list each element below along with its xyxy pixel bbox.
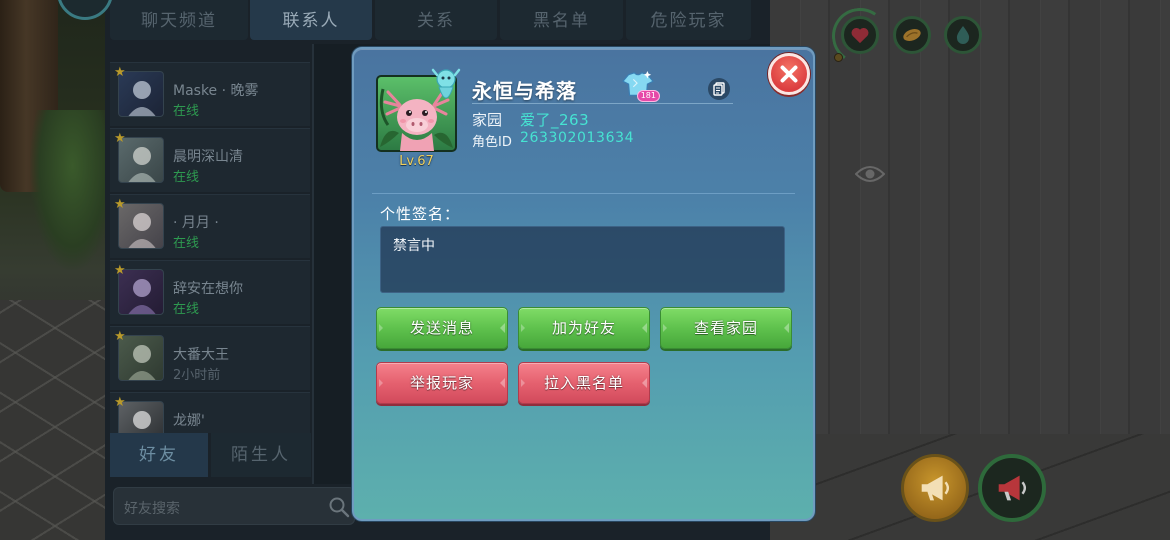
name-underline xyxy=(472,103,733,104)
add-friend-button[interactable]: 加为好友 xyxy=(518,307,650,349)
outfit-badge-count: 181 xyxy=(636,90,660,102)
search-icon[interactable] xyxy=(328,496,350,518)
contact-status: 在线 xyxy=(173,104,200,119)
game-scene-left xyxy=(0,0,110,540)
favorite-star-icon: ★ xyxy=(114,197,126,212)
favorite-star-icon: ★ xyxy=(114,131,126,146)
section-divider xyxy=(372,193,795,194)
view-home-button[interactable]: 查看家园 xyxy=(660,307,792,349)
contact-list-item[interactable]: ★ 辞安在想你 在线 xyxy=(110,260,310,324)
outfit-badge[interactable]: 181 xyxy=(620,70,660,102)
tab-chat-channel[interactable]: 聊天频道 xyxy=(110,0,248,40)
favorite-star-icon: ★ xyxy=(114,395,126,410)
tab-blacklist[interactable]: 黑名单 xyxy=(500,0,623,40)
signature-label: 个性签名： xyxy=(380,205,461,223)
player-name: 永恒与希落 xyxy=(472,79,577,103)
contact-list-item[interactable]: ★ 大番大王 2小时前 xyxy=(110,326,310,390)
megaphone-icon xyxy=(921,475,950,501)
contact-list-item[interactable]: ★ 晨明深山清 在线 xyxy=(110,128,310,192)
player-profile-dialog: Lv.67 永恒与希落 181 家园 爱了_263 角色ID 263302013… xyxy=(352,47,815,521)
grass-patch xyxy=(30,110,110,270)
heart-status-button[interactable] xyxy=(841,16,879,54)
favorite-star-icon: ★ xyxy=(114,263,126,278)
home-label: 家园 xyxy=(472,111,503,129)
search-placeholder: 好友搜索 xyxy=(124,501,180,517)
add-to-blacklist-button[interactable]: 拉入黑名单 xyxy=(518,362,650,404)
contact-status: 在线 xyxy=(173,236,200,251)
signature-box: 禁言中 xyxy=(380,226,785,293)
role-id-label: 角色ID xyxy=(472,135,512,150)
heart-icon xyxy=(851,27,869,44)
tab-strangers[interactable]: 陌生人 xyxy=(211,433,311,477)
copy-icon[interactable] xyxy=(708,78,730,100)
favorite-star-icon: ★ xyxy=(114,329,126,344)
food-icon xyxy=(903,29,921,41)
megaphone-icon xyxy=(998,475,1027,501)
close-icon xyxy=(780,65,798,83)
friend-search-input[interactable]: 好友搜索 xyxy=(113,487,355,525)
report-player-button[interactable]: 举报玩家 xyxy=(376,362,508,404)
contact-list-item[interactable]: ★ 龙娜' xyxy=(110,392,310,433)
contact-status: 2小时前 xyxy=(173,368,221,383)
send-message-button[interactable]: 发送消息 xyxy=(376,307,508,349)
horn-broadcast-button[interactable] xyxy=(978,454,1046,522)
tab-relationships[interactable]: 关系 xyxy=(375,0,497,40)
pin-icon xyxy=(834,53,843,62)
contact-list-item[interactable]: ★ · 月月 · 在线 xyxy=(110,194,310,258)
contact-list-item[interactable]: ★ Maske · 晚雾 在线 xyxy=(110,62,310,126)
close-button[interactable] xyxy=(768,53,810,95)
contact-name: · 月月 · xyxy=(173,215,219,231)
tab-contacts[interactable]: 联系人 xyxy=(250,0,372,40)
contact-name: 辞安在想你 xyxy=(173,281,243,297)
contact-name: 龙娜' xyxy=(173,413,205,429)
world-broadcast-button[interactable] xyxy=(901,454,969,522)
water-drop-icon xyxy=(956,26,970,44)
tab-dangerous-players[interactable]: 危险玩家 xyxy=(626,0,751,40)
role-id-value: 263302013634 xyxy=(520,130,635,146)
contact-status: 在线 xyxy=(173,302,200,317)
contact-name: 大番大王 xyxy=(173,347,229,363)
contact-name: 晨明深山清 xyxy=(173,149,243,165)
signature-text: 禁言中 xyxy=(393,238,435,254)
eye-icon[interactable] xyxy=(855,164,885,184)
contact-list: ★ Maske · 晚雾 在线 ★ 晨明深山清 在线 ★ · 月月 · 在线 ★… xyxy=(110,55,310,433)
tab-friends[interactable]: 好友 xyxy=(110,433,208,477)
contact-status: 在线 xyxy=(173,170,200,185)
player-level: Lv.67 xyxy=(399,154,434,169)
food-status-button[interactable] xyxy=(893,16,931,54)
home-value: 爱了_263 xyxy=(520,111,590,129)
water-status-button[interactable] xyxy=(944,16,982,54)
contact-name: Maske · 晚雾 xyxy=(173,83,259,99)
pet-icon xyxy=(431,68,461,99)
game-scene-floor xyxy=(770,434,1170,540)
favorite-star-icon: ★ xyxy=(114,65,126,80)
stone-floor xyxy=(0,300,110,540)
